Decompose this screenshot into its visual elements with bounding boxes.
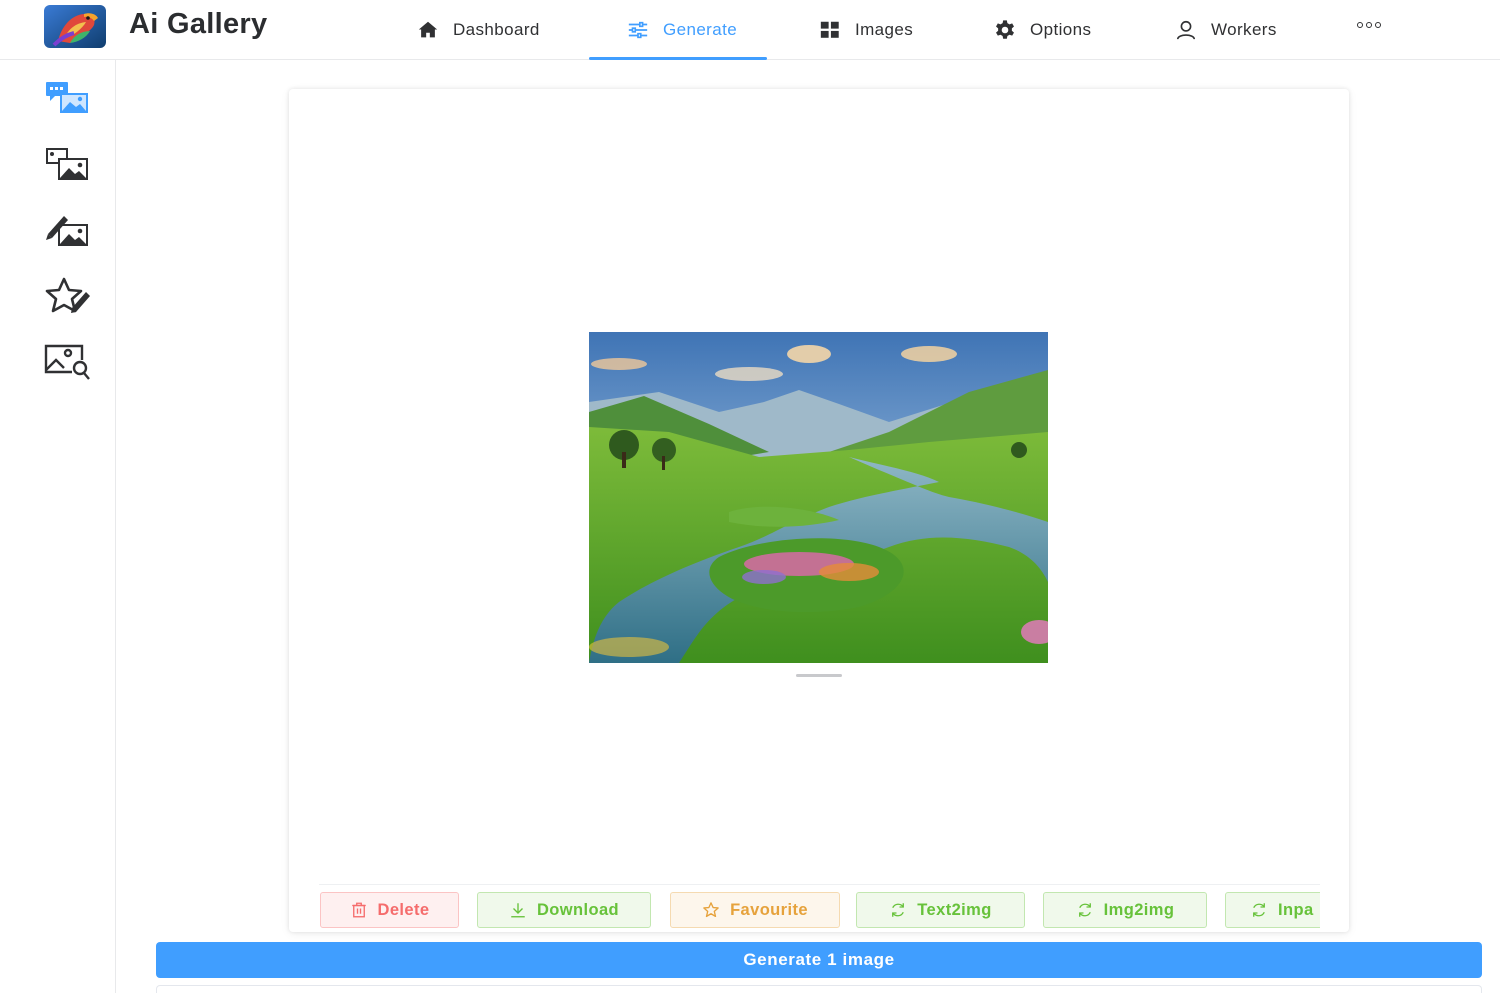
inpaint-label: Inpa [1278, 900, 1314, 919]
generate-button[interactable]: Generate 1 image [156, 942, 1482, 978]
parrot-logo-icon[interactable] [44, 5, 106, 48]
trash-icon [351, 902, 366, 918]
sliders-icon [628, 21, 648, 39]
img2img-label: Img2img [1103, 900, 1175, 919]
image-preview-card: Delete Download Favourite Text2img Img2i… [289, 89, 1349, 932]
text2img-label: Text2img [917, 900, 992, 919]
refresh-icon [1253, 903, 1265, 917]
app-title: Ai Gallery [129, 8, 268, 40]
gear-icon [996, 20, 1014, 39]
favourite-button[interactable]: Favourite [670, 892, 840, 928]
sidebar-item-img2img[interactable] [40, 142, 94, 186]
generate-label: Generate 1 image [743, 950, 895, 969]
inpaint-button[interactable]: Inpa [1225, 892, 1320, 928]
home-icon [418, 21, 438, 38]
nav-options[interactable]: Options [994, 0, 1091, 60]
refresh-icon [892, 903, 905, 917]
nav-workers[interactable]: Workers [1175, 0, 1277, 60]
delete-label: Delete [377, 900, 430, 919]
sidebar-item-favourites[interactable] [40, 274, 94, 318]
nav-workers-label: Workers [1211, 20, 1277, 39]
delete-button[interactable]: Delete [320, 892, 459, 928]
image-to-image-icon [46, 148, 88, 180]
nav-generate[interactable]: Generate [588, 0, 768, 60]
star-icon [703, 902, 719, 918]
action-bar: Delete Download Favourite Text2img Img2i… [319, 884, 1320, 932]
image-search-icon [44, 344, 90, 380]
nav-generate-label: Generate [663, 20, 738, 39]
more-dots-icon[interactable] [1357, 22, 1381, 28]
nav-images[interactable]: Images [819, 0, 913, 60]
sidebar-item-image-search[interactable] [40, 340, 94, 384]
user-icon [1176, 20, 1196, 40]
favourite-label: Favourite [730, 900, 808, 919]
settings-panel-edge [156, 985, 1482, 993]
download-button[interactable]: Download [477, 892, 651, 928]
text2img-button[interactable]: Text2img [856, 892, 1025, 928]
sidebar-item-inpaint[interactable] [40, 208, 94, 252]
nav-dashboard[interactable]: Dashboard [417, 0, 540, 60]
sidebar [0, 60, 116, 993]
nav-images-label: Images [855, 20, 914, 39]
download-icon [511, 903, 525, 918]
top-bar: Ai Gallery Dashboard Generate Images Opt… [0, 0, 1500, 60]
img2img-button[interactable]: Img2img [1043, 892, 1207, 928]
download-label: Download [536, 900, 620, 919]
refresh-icon [1078, 903, 1091, 917]
favourite-edit-icon [45, 277, 90, 313]
inpaint-icon [46, 216, 88, 246]
sidebar-item-text2img[interactable] [40, 76, 94, 120]
nav-dashboard-label: Dashboard [453, 20, 540, 39]
resize-handle[interactable] [796, 674, 842, 677]
generated-image[interactable] [589, 332, 1048, 663]
grid-icon [820, 21, 839, 38]
text-to-image-icon [46, 82, 88, 113]
nav-options-label: Options [1030, 20, 1092, 39]
